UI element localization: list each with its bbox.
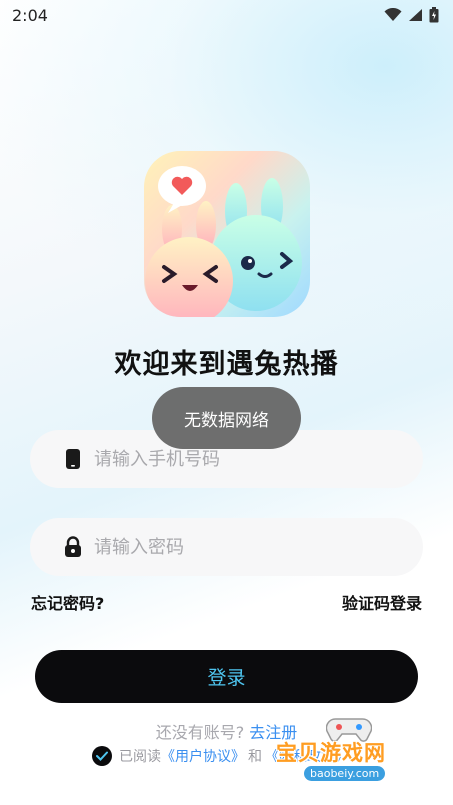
password-field[interactable] xyxy=(30,518,423,576)
agreement-checkbox[interactable] xyxy=(92,746,112,766)
user-agreement-link[interactable]: 《用户协议》 xyxy=(161,746,245,766)
agreement-conjunction: 和 xyxy=(248,749,262,765)
phone-icon xyxy=(64,448,82,470)
watermark-url: baobeiy.com xyxy=(304,766,386,781)
register-prompt: 还没有账号? xyxy=(155,723,245,742)
wifi-icon xyxy=(384,8,402,21)
watermark-text: 宝贝游戏网 xyxy=(276,741,386,765)
status-time: 2:04 xyxy=(12,5,48,25)
sms-login-link[interactable]: 验证码登录 xyxy=(342,590,422,614)
cell-signal-icon xyxy=(409,9,422,21)
login-button[interactable]: 登录 xyxy=(35,650,418,703)
toast-message: 无数据网络 xyxy=(152,387,301,449)
agreement-prefix: 已阅读 xyxy=(119,749,161,765)
watermark: 宝贝游戏网 baobeiy.com xyxy=(274,713,424,791)
welcome-title: 欢迎来到遇兔热播 xyxy=(114,349,339,380)
forgot-password-link[interactable]: 忘记密码? xyxy=(31,590,104,614)
status-icons xyxy=(384,7,439,23)
password-input[interactable] xyxy=(94,536,394,558)
bunny-logo-art xyxy=(145,166,302,317)
battery-icon xyxy=(429,7,439,23)
lock-icon xyxy=(64,536,82,558)
check-icon xyxy=(96,751,108,761)
status-bar: 2:04 xyxy=(0,0,453,30)
phone-input[interactable] xyxy=(94,448,394,470)
app-logo xyxy=(144,151,310,317)
